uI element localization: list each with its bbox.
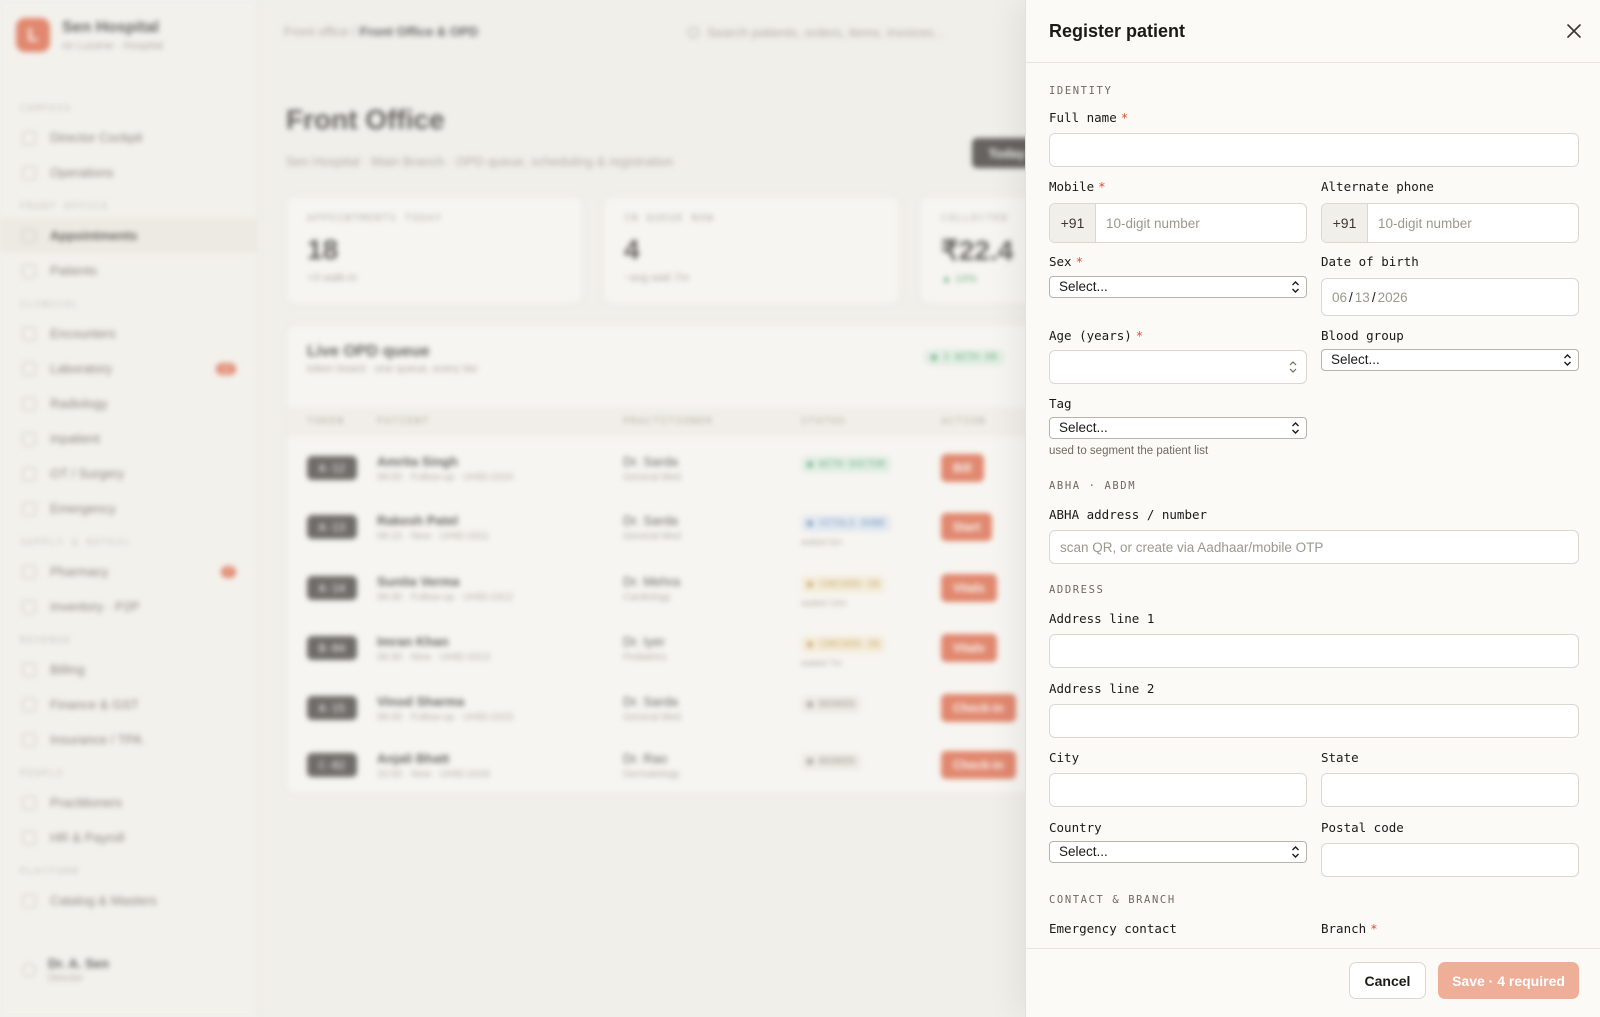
save-button[interactable]: Save · 4 required: [1438, 962, 1579, 999]
mobile-country-code: +91: [1050, 204, 1096, 242]
tag-select[interactable]: Select...: [1049, 417, 1307, 439]
drawer-form: IDENTITY Full name * Mobile * +91 10-digit…: [1026, 64, 1600, 948]
close-icon[interactable]: [1563, 20, 1585, 42]
alt-phone-label: Alternate phone: [1321, 179, 1434, 194]
country-label: Country: [1049, 820, 1102, 835]
mobile-placeholder: 10-digit number: [1106, 215, 1200, 231]
state-input[interactable]: [1321, 773, 1579, 807]
sex-label: Sex *: [1049, 254, 1084, 269]
mobile-input[interactable]: +91 10-digit number: [1049, 203, 1307, 243]
chevron-updown-icon: [1564, 354, 1571, 366]
city-input[interactable]: [1049, 773, 1307, 807]
alt-phone-placeholder: 10-digit number: [1378, 215, 1472, 231]
address1-input[interactable]: [1049, 634, 1579, 668]
full-name-input[interactable]: [1049, 133, 1579, 167]
section-identity: IDENTITY: [1049, 85, 1113, 97]
drawer-title: Register patient: [1049, 21, 1186, 41]
full-name-label: Full name *: [1049, 110, 1129, 125]
cancel-button[interactable]: Cancel: [1349, 962, 1426, 999]
register-patient-drawer: Register patient IDENTITY Full name * Mob…: [1025, 0, 1600, 1017]
chevron-updown-icon: [1292, 846, 1299, 858]
address2-input[interactable]: [1049, 704, 1579, 738]
emergency-contact-label: Emergency contact: [1049, 921, 1177, 936]
age-input[interactable]: [1049, 350, 1307, 384]
country-select[interactable]: Select...: [1049, 841, 1307, 863]
chevron-updown-icon: [1292, 281, 1299, 293]
tag-selected: Select...: [1059, 420, 1108, 435]
alt-phone-input[interactable]: +91 10-digit number: [1321, 203, 1579, 243]
tag-hint: used to segment the patient list: [1049, 445, 1209, 457]
dob-input[interactable]: 06/13/2026: [1321, 278, 1579, 316]
address1-label: Address line 1: [1049, 611, 1155, 626]
postal-code-label: Postal code: [1321, 820, 1404, 835]
address2-label: Address line 2: [1049, 681, 1155, 696]
mobile-label: Mobile *: [1049, 179, 1106, 194]
dob-value: 06/13/2026: [1332, 290, 1408, 305]
blood-group-select[interactable]: Select...: [1321, 349, 1579, 371]
alt-phone-country-code: +91: [1322, 204, 1368, 242]
number-spinner-icon[interactable]: [1288, 359, 1298, 375]
state-label: State: [1321, 750, 1359, 765]
chevron-updown-icon: [1292, 422, 1299, 434]
abha-placeholder: scan QR, or create via Aadhaar/mobile OT…: [1060, 540, 1324, 555]
dob-label: Date of birth: [1321, 254, 1419, 269]
abha-input[interactable]: scan QR, or create via Aadhaar/mobile OT…: [1049, 530, 1579, 564]
blood-group-selected: Select...: [1331, 352, 1380, 367]
section-abha: ABHA · ABDM: [1049, 480, 1137, 492]
postal-code-input[interactable]: [1321, 843, 1579, 877]
section-address: ADDRESS: [1049, 584, 1105, 596]
age-label: Age (years) *: [1049, 328, 1144, 343]
tag-label: Tag: [1049, 396, 1072, 411]
branch-label: Branch *: [1321, 921, 1378, 936]
drawer-footer: Cancel Save · 4 required: [1026, 948, 1600, 1017]
country-selected: Select...: [1059, 844, 1108, 859]
city-label: City: [1049, 750, 1080, 765]
drawer-header: Register patient: [1026, 0, 1600, 63]
abha-label: ABHA address / number: [1049, 507, 1208, 522]
blood-group-label: Blood group: [1321, 328, 1404, 343]
sex-select[interactable]: Select...: [1049, 276, 1307, 298]
section-contact-branch: CONTACT & BRANCH: [1049, 894, 1176, 906]
sex-selected: Select...: [1059, 279, 1108, 294]
